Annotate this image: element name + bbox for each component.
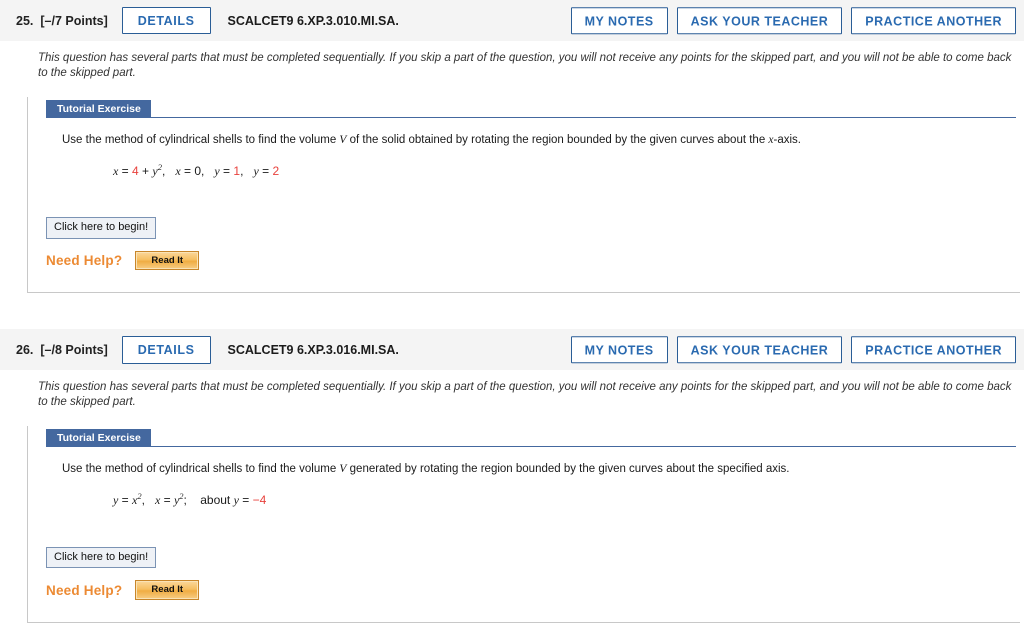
eq-rel-2: = (180, 163, 195, 178)
tutorial-panel: Tutorial Exercise Use the method of cyli… (27, 96, 1020, 294)
tutorial-exercise-label: Tutorial Exercise (46, 429, 151, 448)
need-help-label: Need Help? (46, 253, 123, 269)
click-here-to-begin-button[interactable]: Click here to begin! (46, 546, 157, 569)
eq-value-4: 2 (272, 163, 280, 178)
prompt-pre: Use the method of cylindrical shells to … (62, 133, 340, 146)
eq-about-3: about (200, 493, 234, 508)
question-header-26: 26. [–/8 Points] DETAILS SCALCET9 6.XP.3… (0, 329, 1024, 371)
prompt-post: generated by rotating the region bounded… (346, 463, 790, 476)
tutorial-rule (150, 446, 1016, 448)
read-it-button[interactable]: Read It (135, 580, 200, 600)
click-here-to-begin-button[interactable]: Click here to begin! (46, 217, 157, 240)
question-body-25: This question has several parts that mus… (0, 41, 1024, 294)
details-button[interactable]: DETAILS (121, 336, 211, 364)
prompt-axis-suffix: -axis. (773, 133, 802, 146)
practice-another-button[interactable]: PRACTICE ANOTHER (851, 336, 1016, 364)
question-separator (0, 293, 1024, 330)
tutorial-rule (150, 116, 1016, 118)
eq-rel-1: = (118, 493, 133, 508)
prompt-post: of the solid obtained by rotating the re… (346, 133, 769, 146)
question-points: [–/7 Points] (40, 13, 108, 28)
question-code: SCALCET9 6.XP.3.016.MI.SA. (227, 342, 399, 357)
question-number: 26. (16, 342, 34, 357)
prompt-pre: Use the method of cylindrical shells to … (62, 463, 340, 476)
question-equation: x = 4 + y2, x = 0, y = 1, y = 2 (113, 162, 1020, 180)
eq-value-3: −4 (252, 493, 267, 508)
tutorial-exercise-bar: Tutorial Exercise (46, 426, 1020, 448)
eq-sep-1: , (161, 163, 166, 178)
sequential-parts-note: This question has several parts that mus… (38, 52, 1012, 79)
tutorial-exercise-bar: Tutorial Exercise (46, 97, 1020, 118)
need-help-row: Need Help? Read It (46, 580, 1020, 600)
need-help-row: Need Help? Read It (46, 251, 1020, 271)
tutorial-panel: Tutorial Exercise Use the method of cyli… (27, 426, 1020, 623)
header-actions: MY NOTES ASK YOUR TEACHER PRACTICE ANOTH… (570, 6, 1016, 35)
question-equation: y = x2, x = y2; about y = −4 (113, 491, 1020, 509)
eq-sep-3: , (240, 163, 244, 178)
eq-rel-2: = (160, 493, 174, 508)
read-it-button[interactable]: Read It (135, 251, 200, 271)
eq-rel-3: = (219, 163, 234, 178)
my-notes-button[interactable]: MY NOTES (570, 336, 668, 364)
eq-rel-3: = (238, 493, 253, 508)
question-prompt: Use the method of cylindrical shells to … (62, 133, 1020, 148)
ask-your-teacher-button[interactable]: ASK YOUR TEACHER (676, 6, 843, 35)
header-actions: MY NOTES ASK YOUR TEACHER PRACTICE ANOTH… (570, 336, 1016, 364)
eq-tail-1: + (138, 163, 153, 178)
my-notes-button[interactable]: MY NOTES (570, 6, 668, 35)
need-help-label: Need Help? (46, 582, 123, 598)
sequential-parts-note: This question has several parts that mus… (38, 381, 1012, 409)
question-number: 25. (16, 13, 34, 28)
tutorial-exercise-label: Tutorial Exercise (46, 99, 151, 118)
details-button[interactable]: DETAILS (121, 6, 211, 35)
begin-wrapper: Click here to begin! (46, 217, 1020, 240)
eq-sep-1: , (141, 493, 145, 508)
ask-your-teacher-button[interactable]: ASK YOUR TEACHER (676, 336, 843, 364)
eq-sep-2: , (201, 163, 205, 178)
question-block-26: 26. [–/8 Points] DETAILS SCALCET9 6.XP.3… (0, 329, 1024, 623)
question-prompt: Use the method of cylindrical shells to … (62, 462, 1020, 477)
eq-rel-1: = (118, 163, 133, 178)
eq-value-1: 4 (132, 163, 139, 178)
question-header-25: 25. [–/7 Points] DETAILS SCALCET9 6.XP.3… (0, 0, 1024, 41)
question-points: [–/8 Points] (40, 342, 108, 357)
question-body-26: This question has several parts that mus… (0, 370, 1024, 623)
eq-rel-4: = (258, 163, 273, 178)
question-block-25: 25. [–/7 Points] DETAILS SCALCET9 6.XP.3… (0, 0, 1024, 294)
question-code: SCALCET9 6.XP.3.010.MI.SA. (227, 13, 399, 28)
begin-wrapper: Click here to begin! (46, 546, 1020, 569)
eq-sep-2: ; (183, 493, 187, 508)
practice-another-button[interactable]: PRACTICE ANOTHER (851, 6, 1016, 35)
